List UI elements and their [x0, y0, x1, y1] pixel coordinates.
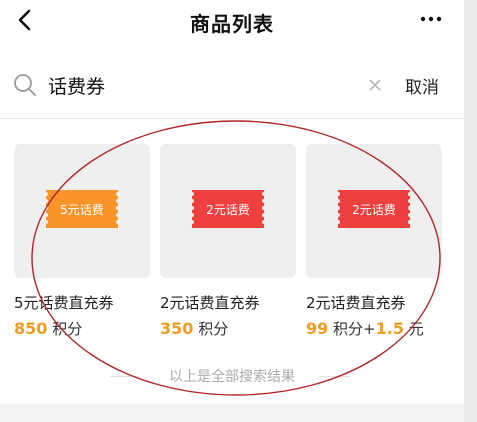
price-unit: 积分	[52, 320, 83, 338]
coupon-label: 5元话费	[60, 203, 104, 217]
price-extra-unit: 元	[408, 320, 424, 338]
product-card[interactable]: 5元话费 5元话费直充券 850 积分	[14, 144, 150, 338]
coupon-image: 5元话费	[46, 190, 118, 228]
page-title: 商品列表	[190, 12, 274, 36]
side-strip	[464, 0, 477, 422]
coupon-image: 2元话费	[338, 190, 410, 228]
product-image: 5元话费	[14, 144, 150, 278]
price-number: 99	[306, 319, 329, 338]
price-unit: 积分+	[333, 320, 376, 338]
price-unit: 积分	[198, 320, 229, 338]
coupon-image: 2元话费	[192, 190, 264, 228]
price-number: 350	[160, 319, 194, 338]
cancel-button[interactable]: 取消	[405, 73, 439, 98]
page: 商品列表 取消 5元话费	[0, 0, 464, 422]
product-name: 2元话费直充券	[306, 294, 406, 312]
product-card[interactable]: 2元话费 2元话费直充券 99 积分+1.5 元	[306, 144, 442, 338]
search-results-footer: 以上是全部搜索结果	[0, 366, 464, 386]
search-input[interactable]	[48, 70, 348, 100]
product-name: 5元话费直充券	[14, 294, 114, 312]
footer-divider	[320, 376, 350, 377]
footer-text: 以上是全部搜索结果	[169, 369, 295, 385]
price-extra-number: 1.5	[375, 319, 404, 338]
price-number: 850	[14, 319, 48, 338]
bottom-strip	[0, 404, 464, 422]
search-icon	[14, 74, 36, 96]
coupon-label: 2元话费	[206, 203, 250, 217]
coupon-label: 2元话费	[352, 203, 396, 217]
product-price: 350 积分	[160, 318, 228, 339]
divider	[0, 118, 464, 119]
top-navigation-bar: 商品列表	[0, 0, 464, 42]
product-price: 850 积分	[14, 318, 82, 339]
product-price: 99 积分+1.5 元	[306, 318, 424, 339]
more-dots-icon[interactable]	[416, 7, 446, 31]
search-bar: 取消	[0, 62, 464, 110]
product-name: 2元话费直充券	[160, 294, 260, 312]
close-icon[interactable]	[366, 76, 384, 94]
product-image: 2元话费	[160, 144, 296, 278]
product-image: 2元话费	[306, 144, 442, 278]
product-card[interactable]: 2元话费 2元话费直充券 350 积分	[160, 144, 296, 338]
